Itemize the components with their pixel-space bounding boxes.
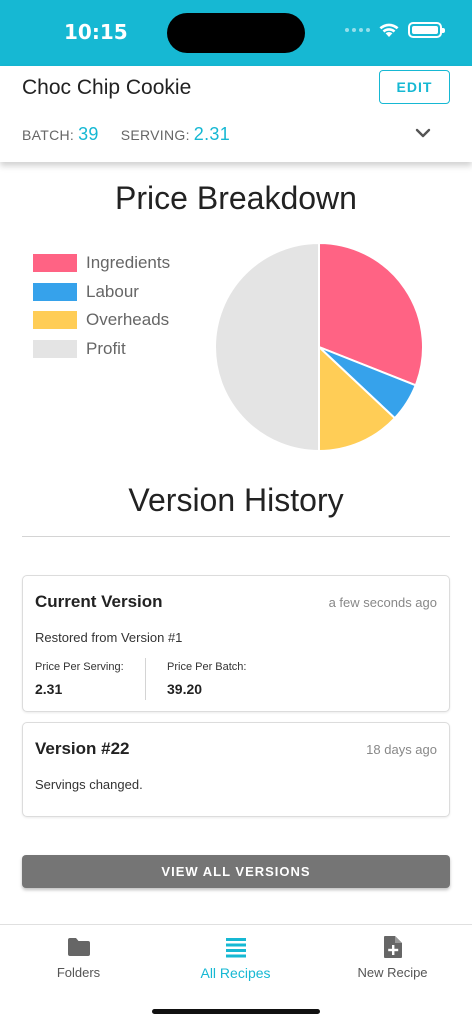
legend-label: Overheads: [86, 310, 170, 330]
price-per-serving-value: 2.31: [35, 681, 63, 697]
legend-swatch: [33, 311, 77, 330]
legend-item-profit[interactable]: Profit: [33, 335, 170, 364]
tab-label: Folders: [56, 965, 101, 980]
version-card-22[interactable]: Version #22 18 days ago Servings changed…: [22, 722, 450, 817]
legend-label: Labour: [86, 281, 139, 301]
tab-folders[interactable]: Folders: [0, 935, 157, 985]
folder-icon: [67, 938, 90, 956]
batch-label: BATCH:: [22, 127, 75, 143]
status-bar: 10:15: [0, 0, 472, 66]
chevron-down-icon[interactable]: [413, 126, 433, 140]
serving-label: SERVING:: [120, 127, 190, 143]
legend-item-ingredients[interactable]: Ingredients: [33, 249, 170, 278]
chart-legend: Ingredients Labour Overheads Profit: [33, 249, 170, 363]
divider: [22, 536, 450, 537]
version-card-current[interactable]: Current Version a few seconds ago Restor…: [22, 575, 450, 712]
tab-new-recipe[interactable]: New Recipe: [314, 935, 471, 985]
cellular-icon: [345, 28, 370, 32]
price-pie-chart: [214, 241, 424, 453]
version-description: Servings changed.: [35, 777, 143, 792]
batch-value: 39: [78, 124, 99, 144]
legend-label: Profit: [86, 338, 126, 358]
legend-item-labour[interactable]: Labour: [33, 278, 170, 307]
version-title: Version #22: [35, 739, 130, 758]
legend-swatch: [33, 254, 77, 273]
version-time: a few seconds ago: [328, 595, 437, 610]
new-document-icon: [383, 936, 402, 958]
tab-label: All Recipes: [200, 965, 271, 981]
column-divider: [145, 658, 146, 700]
price-per-serving-label: Price Per Serving:: [35, 661, 124, 673]
pie-slice-profit[interactable]: [214, 241, 320, 453]
serving-value: 2.31: [193, 124, 231, 144]
version-description: Restored from Version #1: [35, 630, 183, 645]
version-history-title: Version History: [128, 482, 344, 518]
recipe-meta: BATCH: 39 SERVING: 2.31: [22, 124, 230, 145]
status-icons: [345, 22, 445, 38]
battery-icon: [408, 22, 445, 38]
tab-all-recipes[interactable]: All Recipes: [157, 935, 314, 985]
dynamic-island: [167, 13, 305, 53]
price-per-batch-label: Price Per Batch:: [167, 661, 247, 673]
price-breakdown-title: Price Breakdown: [115, 180, 357, 216]
wifi-icon: [379, 23, 399, 37]
version-time: 18 days ago: [366, 742, 437, 757]
edit-button[interactable]: EDIT: [379, 70, 450, 104]
tab-label: New Recipe: [357, 965, 428, 980]
version-title: Current Version: [35, 592, 163, 611]
view-all-versions-button[interactable]: VIEW ALL VERSIONS: [22, 855, 450, 888]
status-time: 10:15: [64, 20, 128, 44]
legend-swatch: [33, 339, 77, 358]
list-icon: [225, 938, 246, 958]
home-indicator: [152, 1009, 320, 1014]
legend-item-overheads[interactable]: Overheads: [33, 306, 170, 335]
legend-swatch: [33, 282, 77, 301]
recipe-title: Choc Chip Cookie: [22, 76, 192, 99]
legend-label: Ingredients: [86, 253, 171, 273]
price-per-batch-value: 39.20: [167, 681, 203, 697]
recipe-header: Choc Chip Cookie EDIT BATCH: 39 SERVING:…: [0, 66, 472, 162]
